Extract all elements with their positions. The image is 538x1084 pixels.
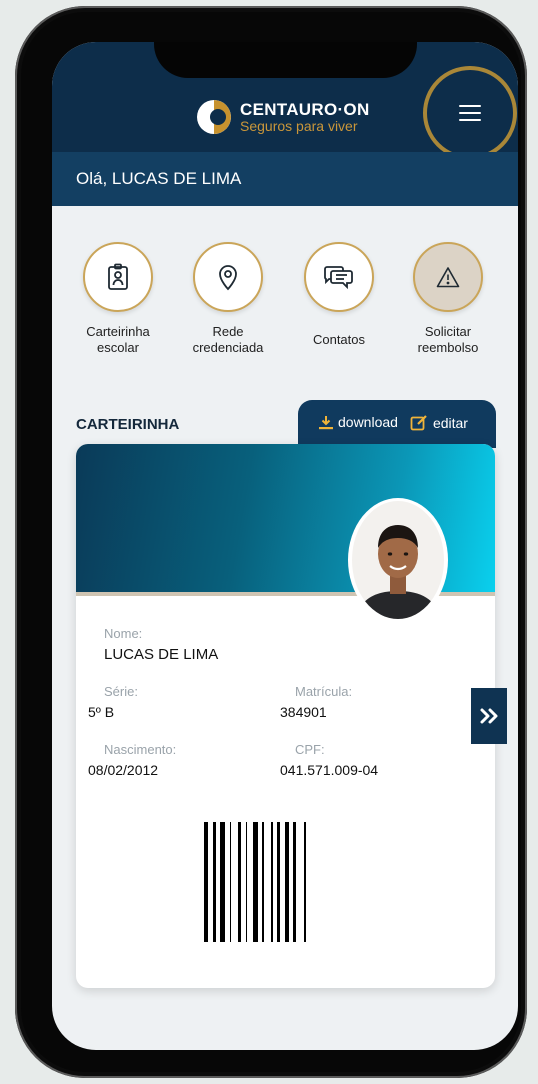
- barcode-bar: [277, 822, 280, 942]
- id-badge-icon: [108, 263, 128, 290]
- nascimento-label: Nascimento:: [104, 742, 177, 757]
- phone-notch: [154, 42, 417, 78]
- barcode-bar: [262, 822, 264, 942]
- edit-icon: [410, 415, 427, 431]
- shortcut-label-line2: credenciada: [192, 340, 264, 355]
- download-icon: [319, 415, 333, 429]
- shortcut-contatos[interactable]: Contatos: [289, 242, 389, 348]
- shortcut-label-line1: Contatos: [312, 332, 366, 347]
- brand-logo[interactable]: CENTAURO·ON Seguros para viver: [197, 99, 370, 135]
- barcode-bar: [230, 822, 231, 942]
- serie-value: 5º B: [88, 704, 115, 720]
- barcode-bar: [293, 822, 296, 942]
- greeting-bar: Olá, LUCAS DE LIMA: [52, 152, 518, 206]
- name-label: Nome:: [104, 626, 143, 641]
- shortcut-label-line2: escolar: [97, 340, 139, 355]
- cpf-value: 041.571.009-04: [280, 762, 379, 778]
- edit-button[interactable]: editar: [410, 414, 468, 431]
- nascimento-value: 08/02/2012: [88, 762, 159, 778]
- next-card-button[interactable]: [471, 688, 507, 744]
- barcode-bar: [253, 822, 258, 942]
- app-screen: CENTAURO·ON Seguros para viver Olá, LUCA…: [52, 42, 518, 1050]
- menu-button[interactable]: [423, 66, 517, 160]
- brand-name: CENTAURO·ON: [240, 99, 370, 119]
- barcode-bar: [204, 822, 208, 942]
- shortcut-rede-credenciada[interactable]: Rede credenciada: [178, 242, 278, 356]
- shortcut-circle[interactable]: [413, 242, 483, 312]
- shortcut-label-line1: Carteirinha: [86, 324, 150, 339]
- barcode-bar: [220, 822, 225, 942]
- brand-tagline: Seguros para viver: [240, 117, 358, 134]
- student-id-card: Nome: LUCAS DE LIMA Série: 5º B Matrícul…: [76, 444, 495, 988]
- card-actions-tab: download editar: [298, 400, 496, 448]
- brand-logo-icon: [197, 100, 231, 134]
- shortcut-label-line2: reembolso: [417, 340, 479, 355]
- greeting-text: Olá, LUCAS DE LIMA: [76, 169, 242, 188]
- download-button[interactable]: download: [318, 414, 398, 430]
- warning-triangle-icon: [436, 267, 460, 288]
- matricula-value: 384901: [280, 704, 327, 720]
- double-chevron-right-icon: [480, 708, 498, 724]
- student-photo: [348, 498, 448, 622]
- barcode-bar: [285, 822, 289, 942]
- barcode-bar: [213, 822, 216, 942]
- barcode-bar: [271, 822, 273, 942]
- section-title: CARTEIRINHA: [76, 416, 180, 433]
- matricula-label: Matrícula:: [295, 684, 353, 699]
- shortcut-label-line1: Rede: [212, 324, 244, 339]
- barcode-bar: [246, 822, 247, 942]
- cpf-label: CPF:: [295, 742, 325, 757]
- edit-label: editar: [432, 414, 468, 431]
- name-value: LUCAS DE LIMA: [104, 646, 219, 663]
- barcode-bar: [304, 822, 306, 942]
- barcode-bar: [238, 822, 241, 942]
- barcode: [204, 822, 306, 942]
- hamburger-menu-icon: [459, 105, 481, 121]
- shortcut-solicitar-reembolso[interactable]: Solicitar reembolso: [398, 242, 498, 356]
- shortcut-carteirinha-escolar[interactable]: Carteirinha escolar: [68, 242, 168, 356]
- map-pin-icon: [219, 265, 237, 291]
- shortcut-label-line1: Solicitar: [424, 324, 472, 339]
- shortcut-circle[interactable]: [304, 242, 374, 312]
- download-label: download: [338, 414, 398, 430]
- shortcut-circle[interactable]: [193, 242, 263, 312]
- shortcut-circle[interactable]: [83, 242, 153, 312]
- serie-label: Série:: [104, 684, 138, 699]
- chat-bubbles-icon: [324, 266, 353, 290]
